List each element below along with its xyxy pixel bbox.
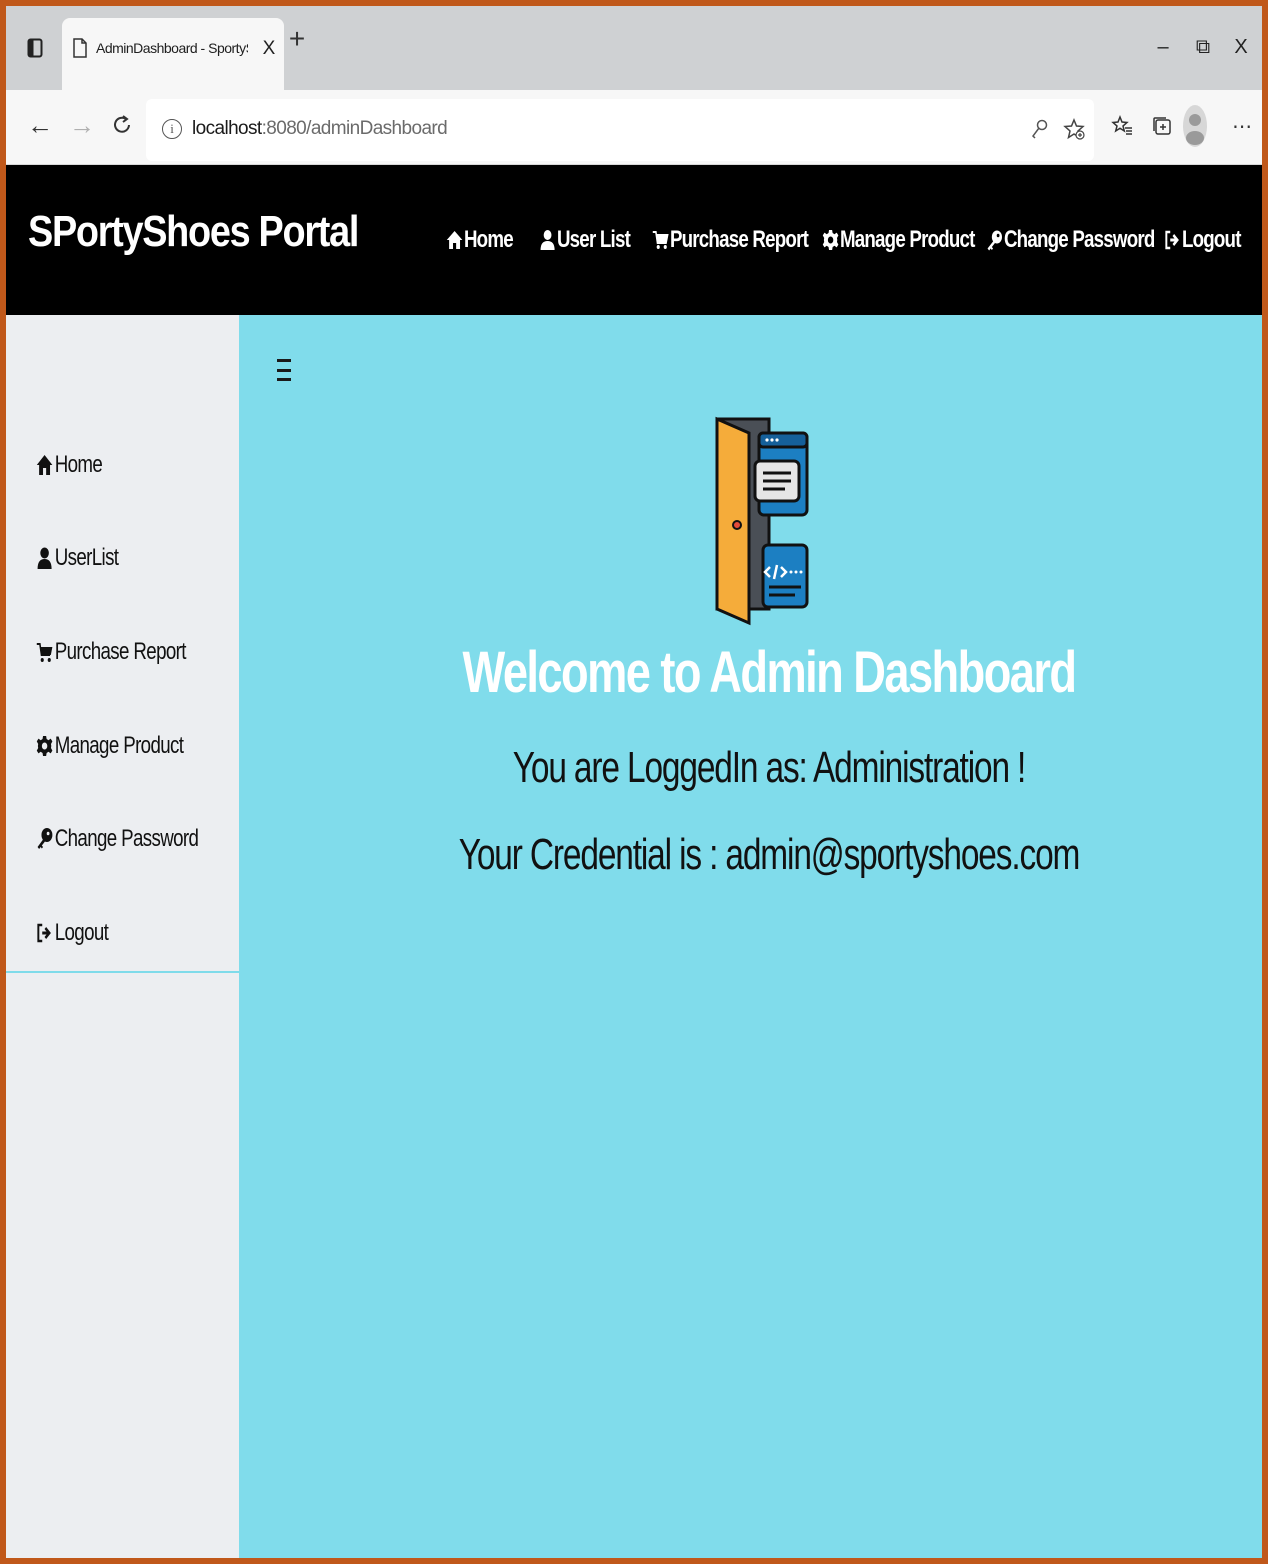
sidebar-item-home[interactable]: Home [36,447,103,483]
refresh-icon[interactable] [106,108,138,142]
browser-tabstrip: AdminDashboard - SportyShoes X + – ⧉ X [6,6,1262,90]
browser-toolbar: ← → i localhost:8080/adminDashboard ⋯ [6,90,1262,165]
topnav-home[interactable]: Home [446,223,514,257]
sidebar-item-userlist[interactable]: UserList [36,540,119,576]
address-bar[interactable]: i localhost:8080/adminDashboard [146,99,1094,161]
collections-icon[interactable] [1146,110,1178,142]
topnav-logout-label: Logout [1181,226,1242,253]
close-window-button[interactable]: X [1226,32,1256,62]
sidebar: Home UserList Purchase Report Manage Pro… [6,315,239,1558]
logout-icon [1165,230,1179,250]
site-header: SPortyShoes Portal Home User List Purcha… [6,165,1262,315]
main-content: Welcome to Admin Dashboard You are Logge… [239,315,1262,1558]
minimize-button[interactable]: – [1148,32,1178,62]
restore-button[interactable]: ⧉ [1188,32,1218,62]
home-icon [36,455,53,475]
gear-icon [822,230,839,250]
browser-tab[interactable]: AdminDashboard - SportyShoes X [62,18,284,90]
url-text: localhost:8080/adminDashboard [192,118,448,139]
sidebar-item-label: Change Password [54,825,199,852]
topnav-user-list[interactable]: User List [539,223,631,257]
profile-avatar-icon[interactable] [1182,104,1208,148]
cart-icon [36,643,53,662]
user-icon [540,230,555,250]
forward-arrow-icon[interactable]: → [66,108,98,142]
add-favorite-icon[interactable] [1060,115,1088,143]
sidebar-item-logout[interactable]: Logout [36,915,109,951]
gear-icon [36,736,53,756]
page-icon [72,38,88,58]
topnav-purchase-report-label: Purchase Report [669,226,809,253]
favorites-icon[interactable] [1106,110,1138,142]
tab-actions-icon[interactable] [24,37,46,59]
logged-in-text: You are LoggedIn as: Administration ! [512,743,1027,792]
sidebar-item-purchase-report[interactable]: Purchase Report [36,634,186,670]
key-icon [987,230,1002,251]
topnav-user-list-label: User List [556,226,631,253]
user-icon [37,547,52,569]
sidebar-item-label: Manage Product [54,732,184,759]
screenshot-frame: AdminDashboard - SportyShoes X + – ⧉ X ←… [0,0,1268,1564]
sidebar-item-label: Logout [54,919,109,946]
topnav-change-password-label: Change Password [1003,226,1155,253]
sidebar-item-label: Purchase Report [54,638,187,665]
hamburger-menu-icon[interactable] [277,359,291,381]
sidebar-item-label: Home [54,451,103,478]
tab-close-button[interactable]: X [258,36,280,62]
info-icon[interactable]: i [162,119,182,139]
topnav-manage-product[interactable]: Manage Product [822,223,975,257]
home-icon [446,231,463,249]
sidebar-item-label: UserList [54,544,119,571]
topnav-home-label: Home [463,226,514,253]
tab-title: AdminDashboard - SportyShoes [96,40,248,56]
key-icon [37,828,53,849]
more-options-icon[interactable]: ⋯ [1226,110,1258,142]
welcome-heading: Welcome to Admin Dashboard [462,640,1077,705]
credential-text: Your Credential is : admin@sportyshoes.c… [458,830,1081,879]
key-icon[interactable] [1026,115,1054,143]
brand-title[interactable]: SPortyShoes Portal [28,207,359,257]
sidebar-menu: Home UserList Purchase Report Manage Pro… [6,315,239,973]
admin-door-code-icon [715,416,809,626]
topnav-logout[interactable]: Logout [1164,223,1241,257]
cart-icon [652,231,669,249]
topnav-change-password[interactable]: Change Password [986,223,1155,257]
topnav-manage-product-label: Manage Product [839,226,975,253]
sidebar-item-manage-product[interactable]: Manage Product [36,728,184,764]
back-arrow-icon[interactable]: ← [24,108,56,142]
new-tab-button[interactable]: + [282,23,312,54]
logout-icon [37,923,51,943]
sidebar-item-change-password[interactable]: Change Password [36,821,199,857]
topnav-purchase-report[interactable]: Purchase Report [652,223,809,257]
